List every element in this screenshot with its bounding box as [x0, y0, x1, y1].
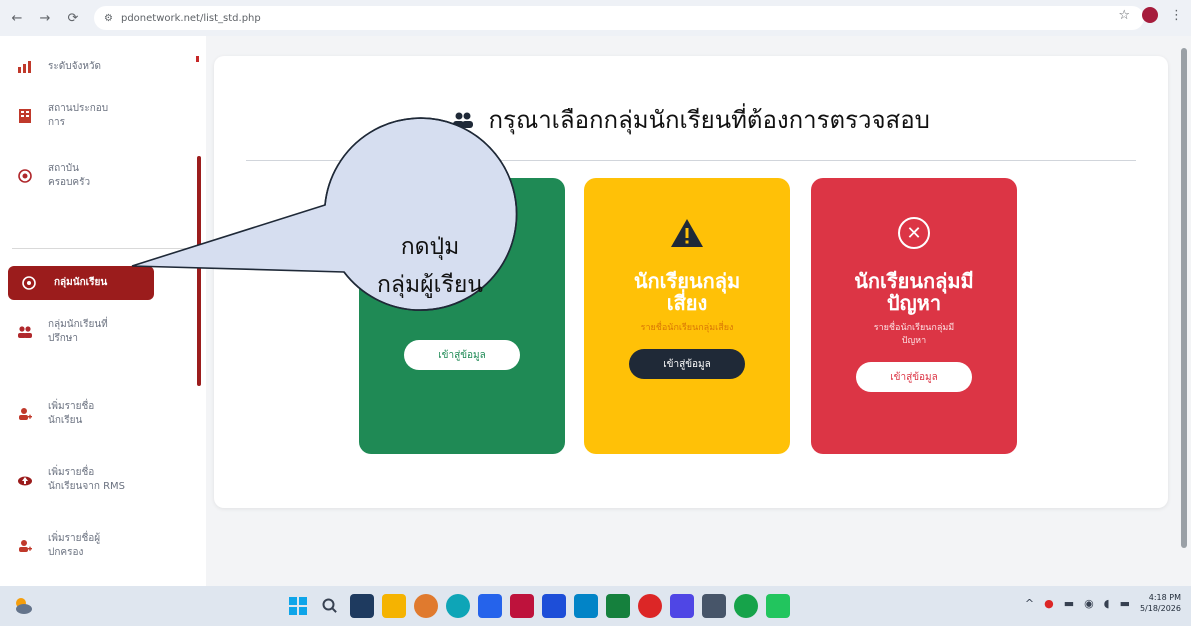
users-icon	[14, 321, 36, 343]
sidebar-scrollbar[interactable]	[197, 156, 201, 386]
sidebar-item-label: เพิ่มรายชื่อ นักเรียน	[48, 401, 95, 426]
browser-toolbar: ← → ⟳ ⚙ pdonetwork.net/list_std.php ☆ ⋮	[0, 0, 1191, 36]
sidebar-item-advisee[interactable]: กลุ่มนักเรียนที่ ปรึกษา	[14, 318, 194, 346]
url-text: pdonetwork.net/list_std.php	[120, 12, 261, 24]
sidebar-divider	[12, 248, 190, 249]
sidebar-marker	[196, 56, 199, 62]
enter-data-button[interactable]: เข้าสู่ข้อมูล	[404, 340, 520, 370]
sidebar-item-label: เพิ่มรายชื่อผู้ ปกครอง	[48, 533, 101, 558]
address-bar[interactable]: ⚙ pdonetwork.net/list_std.php	[94, 6, 1144, 30]
close-circle-icon: ✕	[897, 216, 931, 250]
group-card-normal: เข้าสู่ข้อมูล	[359, 178, 565, 454]
page-title-text: กรุณาเลือกกลุ่มนักเรียนที่ต้องการตรวจสอบ	[488, 106, 930, 134]
app-icon[interactable]	[510, 594, 534, 618]
app-icon[interactable]	[574, 594, 598, 618]
weather-icon[interactable]	[12, 594, 34, 616]
sidebar-item-student-group[interactable]: กลุ่มนักเรียน	[8, 266, 154, 300]
extension-icon[interactable]	[1142, 7, 1158, 23]
app-icon[interactable]	[702, 594, 726, 618]
volume-icon[interactable]: ◖	[1104, 597, 1110, 610]
sidebar-item-label: สถาบัน ครอบครัว	[48, 163, 91, 188]
task-view-icon[interactable]	[350, 594, 374, 618]
app-icon[interactable]	[638, 594, 662, 618]
wifi-icon[interactable]: ◉	[1084, 597, 1094, 610]
chevron-up-icon[interactable]: ^	[1025, 597, 1034, 610]
app-icon[interactable]	[670, 594, 694, 618]
search-icon[interactable]	[318, 594, 342, 618]
taskbar: ^ ● ▬ ◉ ◖ ▬ 4:18 PM 5/18/2026	[0, 586, 1191, 626]
page-scrollbar[interactable]	[1181, 48, 1187, 548]
reload-icon[interactable]: ⟳	[62, 7, 84, 29]
card-description: รายชื่อนักเรียนกลุ่มมี ปัญหา	[873, 323, 955, 346]
sidebar-item-label: กลุ่มนักเรียน	[54, 277, 108, 288]
sidebar-item-workplace[interactable]: สถานประกอบ การ	[14, 102, 194, 130]
app-icon[interactable]	[606, 594, 630, 618]
cloud-upload-icon	[14, 469, 36, 491]
user-add-icon	[14, 403, 36, 425]
page-title: กรุณาเลือกกลุ่มนักเรียนที่ต้องการตรวจสอบ	[214, 100, 1168, 139]
back-icon[interactable]: ←	[6, 7, 28, 29]
sidebar-item-add-student[interactable]: เพิ่มรายชื่อ นักเรียน	[14, 400, 194, 428]
title-divider	[246, 160, 1136, 161]
app-icon[interactable]	[414, 594, 438, 618]
bookmark-star-icon[interactable]: ☆	[1118, 8, 1130, 23]
building-icon	[14, 105, 36, 127]
sidebar-item-province[interactable]: ระดับจังหวัด	[14, 56, 194, 78]
store-icon[interactable]	[478, 594, 502, 618]
menu-kebab-icon[interactable]: ⋮	[1170, 8, 1183, 23]
system-tray: ^ ● ▬ ◉ ◖ ▬ 4:18 PM 5/18/2026	[1025, 592, 1181, 614]
sidebar-item-add-student-rms[interactable]: เพิ่มรายชื่อ นักเรียนจาก RMS	[14, 466, 194, 494]
tray-app-icon[interactable]: ●	[1044, 597, 1054, 610]
sidebar-item-label: กลุ่มนักเรียนที่ ปรึกษา	[48, 319, 108, 344]
enter-data-button[interactable]: เข้าสู่ข้อมูล	[856, 362, 972, 392]
tray-app-icon[interactable]: ▬	[1064, 597, 1074, 610]
target-icon	[14, 165, 36, 187]
circle-icon	[18, 272, 40, 294]
sidebar-item-label: ระดับจังหวัด	[48, 61, 102, 72]
clock-date: 5/18/2026	[1139, 604, 1181, 613]
line-icon[interactable]	[766, 594, 790, 618]
clock[interactable]: 4:18 PM 5/18/2026	[1140, 592, 1181, 614]
sidebar-item-label: เพิ่มรายชื่อ นักเรียนจาก RMS	[48, 467, 126, 492]
file-explorer-icon[interactable]	[382, 594, 406, 618]
card-title: นักเรียนกลุ่ม เสี่ยง	[633, 269, 741, 315]
group-card-risk: นักเรียนกลุ่ม เสี่ยง รายชื่อนักเรียนกลุ่…	[584, 178, 790, 454]
clock-time: 4:18 PM	[1148, 593, 1181, 602]
enter-data-button[interactable]: เข้าสู่ข้อมูล	[629, 349, 745, 379]
forward-icon[interactable]: →	[34, 7, 56, 29]
edge-icon[interactable]	[446, 594, 470, 618]
sidebar-item-add-parent[interactable]: เพิ่มรายชื่อผู้ ปกครอง	[14, 532, 194, 560]
sidebar: ระดับจังหวัด สถานประกอบ การ สถาบัน ครอบค…	[0, 36, 206, 586]
card-description: รายชื่อนักเรียนกลุ่มเสี่ยง	[640, 323, 734, 333]
card-title: นักเรียนกลุ่มมี ปัญหา	[854, 269, 974, 315]
warning-icon	[670, 216, 704, 250]
app-icon[interactable]	[542, 594, 566, 618]
start-icon[interactable]	[286, 594, 310, 618]
chrome-icon[interactable]	[734, 594, 758, 618]
chart-icon	[14, 56, 36, 78]
users-icon	[452, 109, 480, 133]
sidebar-item-family[interactable]: สถาบัน ครอบครัว	[14, 162, 194, 190]
site-info-icon[interactable]: ⚙	[104, 13, 113, 24]
battery-icon[interactable]: ▬	[1120, 597, 1130, 610]
sidebar-item-label: สถานประกอบ การ	[48, 103, 109, 128]
user-add-icon	[14, 535, 36, 557]
group-card-problem: ✕ นักเรียนกลุ่มมี ปัญหา รายชื่อนักเรียนก…	[811, 178, 1017, 454]
callout-text: กดปุ่ม กลุ่มผู้เรียน	[376, 234, 484, 298]
taskbar-apps	[286, 594, 790, 618]
